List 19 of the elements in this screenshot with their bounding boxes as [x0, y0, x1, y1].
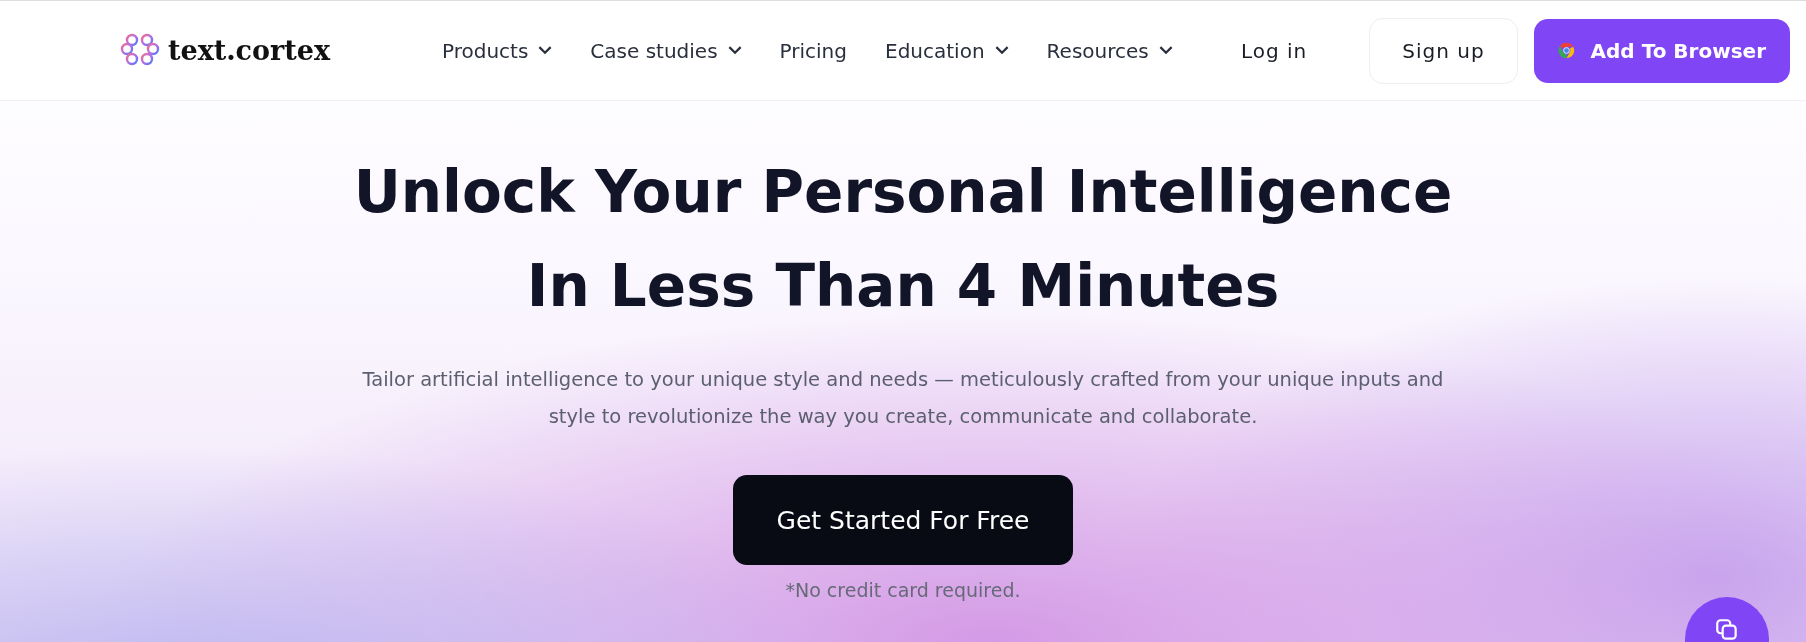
no-credit-card-note: *No credit card required.	[785, 579, 1021, 601]
nav-link[interactable]: Education	[885, 38, 1009, 63]
chevron-down-icon	[538, 46, 553, 55]
login-link[interactable]: Log in	[1240, 38, 1308, 63]
signup-button[interactable]: Sign up	[1369, 17, 1518, 84]
chat-icon	[1714, 617, 1740, 642]
logo-text[interactable]: text.cortex	[168, 35, 331, 66]
hero-heading: Unlock Your Personal Intelligence In Less Than 4 Minutes	[353, 157, 1453, 322]
nav-link[interactable]: Pricing	[779, 38, 847, 63]
chevron-down-icon	[994, 46, 1009, 55]
add-to-browser-button[interactable]: Add To Browser	[1533, 18, 1790, 83]
nav-link[interactable]: Case studies	[590, 38, 742, 63]
chevron-down-icon	[1158, 46, 1173, 55]
hero-subtitle: Tailor artificial intelligence to your unique style and needs — meticulously crafted from your unique inputs and style to revolutionize the way you create, communicate and collaborate.	[362, 367, 1444, 430]
browser-logo-icon	[1557, 42, 1575, 59]
chevron-down-icon	[727, 46, 742, 55]
get-started-button[interactable]: Get Started For Free	[733, 475, 1073, 565]
nav-link[interactable]: Products	[442, 38, 553, 63]
nav-link[interactable]: Resources	[1046, 38, 1173, 63]
